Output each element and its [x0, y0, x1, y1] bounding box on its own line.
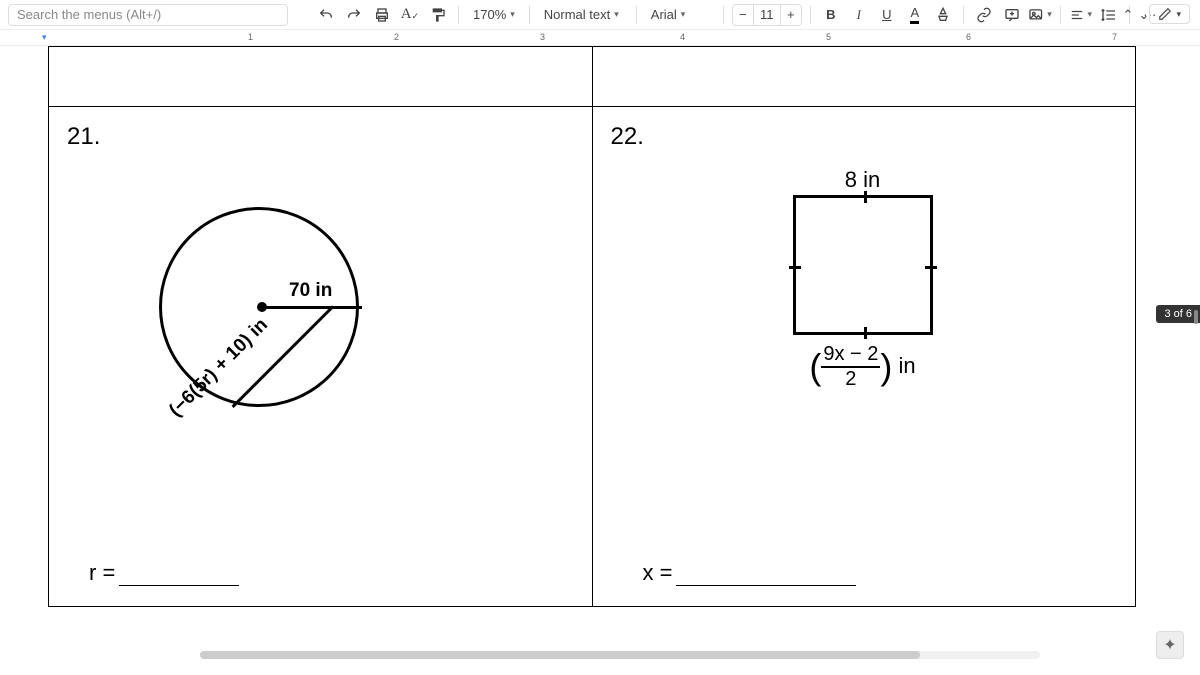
redo-button[interactable]	[342, 3, 366, 27]
bold-button[interactable]: B	[819, 3, 843, 27]
undo-button[interactable]	[314, 3, 338, 27]
toolbar: Search the menus (Alt+/) A✓ 170% Normal …	[0, 0, 1200, 30]
text-color-button[interactable]: A	[903, 3, 927, 27]
answer-line[interactable]: x =	[643, 560, 857, 586]
spellcheck-button[interactable]: A✓	[398, 3, 422, 27]
paint-format-button[interactable]	[426, 3, 450, 27]
highlight-button[interactable]	[931, 3, 955, 27]
horizontal-scrollbar[interactable]	[200, 651, 1040, 659]
font-size-increase[interactable]: +	[781, 7, 801, 22]
font-size-decrease[interactable]: −	[733, 7, 753, 22]
answer-line[interactable]: r =	[89, 560, 239, 586]
chevron-down-icon[interactable]: ⌄	[1132, 3, 1156, 27]
worksheet-table: 21. 70 in (−6(5r) + 10) in r = 22. 8 in	[48, 46, 1136, 607]
insert-comment-button[interactable]	[1000, 3, 1024, 27]
top-side-label: 8 in	[723, 167, 1003, 193]
question-number: 22.	[611, 123, 644, 151]
indent-marker-icon[interactable]: ▾	[42, 32, 47, 43]
style-dropdown[interactable]: Normal text	[538, 3, 628, 27]
insert-link-button[interactable]	[972, 3, 996, 27]
explore-button[interactable]: ✦	[1156, 631, 1184, 659]
question-number: 21.	[67, 123, 100, 151]
italic-button[interactable]: I	[847, 3, 871, 27]
print-button[interactable]	[370, 3, 394, 27]
radius-label: 70 in	[289, 280, 332, 302]
zoom-dropdown[interactable]: 170%	[467, 3, 521, 27]
vertical-scrollbar[interactable]	[1194, 310, 1198, 324]
question-21-cell[interactable]: 21. 70 in (−6(5r) + 10) in r =	[49, 107, 593, 607]
font-size-control: − 11 +	[732, 4, 802, 26]
square-figure: 8 in (9x − 22) in	[723, 167, 1003, 391]
circle-figure: 70 in (−6(5r) + 10) in	[159, 207, 359, 407]
font-dropdown[interactable]: Arial	[645, 3, 715, 27]
font-size-value[interactable]: 11	[753, 5, 781, 25]
underline-button[interactable]: U	[875, 3, 899, 27]
ruler[interactable]: ▾ 1 2 3 4 5 6 7	[0, 30, 1200, 46]
bottom-side-label: (9x − 22) in	[723, 343, 1003, 391]
document-area[interactable]: 21. 70 in (−6(5r) + 10) in r = 22. 8 in	[0, 46, 1200, 675]
insert-image-button[interactable]	[1028, 3, 1052, 27]
question-22-cell[interactable]: 22. 8 in (9x − 22) in x =	[592, 107, 1136, 607]
align-button[interactable]	[1069, 3, 1093, 27]
menu-search-input[interactable]: Search the menus (Alt+/)	[8, 4, 288, 26]
